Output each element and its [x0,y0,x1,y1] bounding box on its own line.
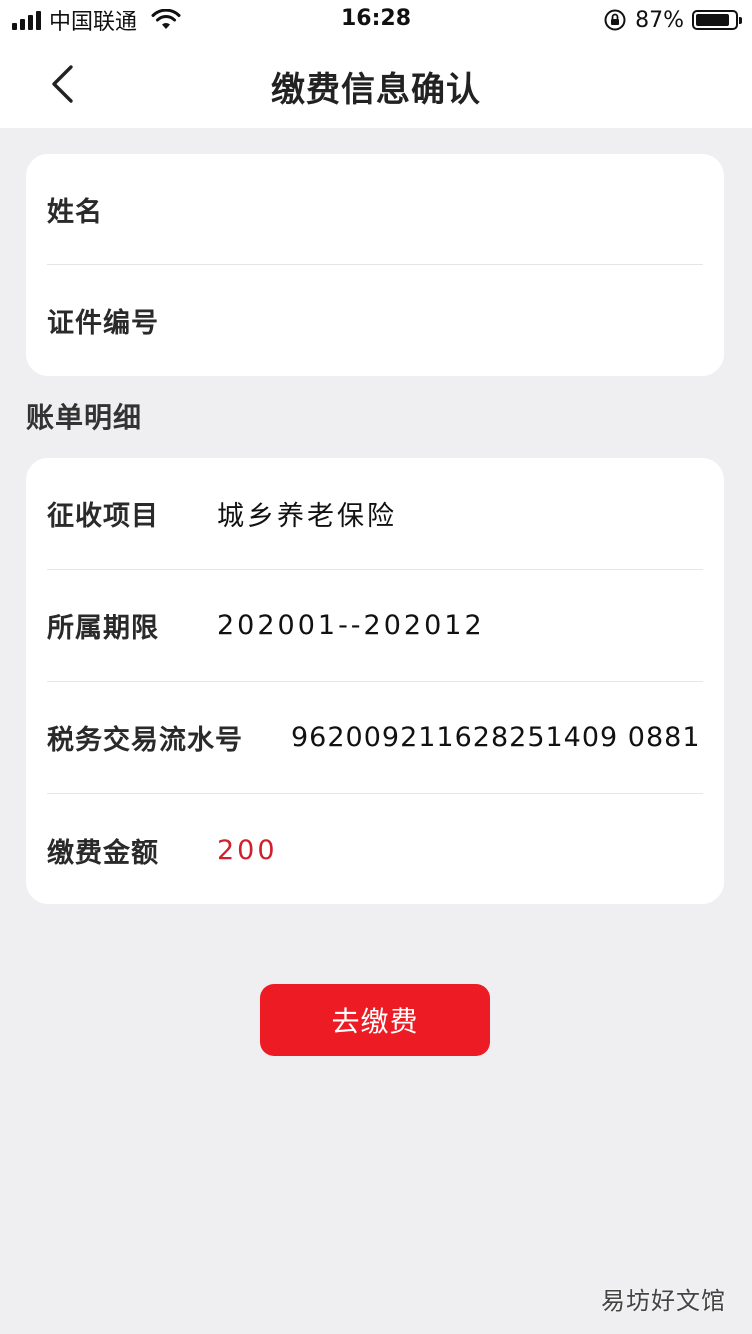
page-title: 缴费信息确认 [271,70,481,110]
battery-cap [739,17,742,24]
bill-details-card: 征收项目 城乡养老保险 所属期限 202001--202012 税务交易流水号 … [26,458,724,904]
collection-item-label: 征收项目 [47,501,159,532]
status-right: 87% [603,6,742,34]
status-bar: 中国联通 16:28 87% [0,0,752,40]
battery-fill [696,14,730,26]
transaction-number-label: 税务交易流水号 [47,725,243,756]
battery-percent: 87% [635,7,684,33]
nav-bar: 缴费信息确认 [0,40,752,128]
collection-item-row: 征收项目 城乡养老保险 [47,458,703,570]
id-number-label: 证件编号 [47,308,159,339]
bill-section-title: 账单明细 [26,401,143,434]
collection-item-value: 城乡养老保险 [217,501,397,532]
watermark: 易坊好文馆 [601,1287,726,1315]
id-number-row: 证件编号 [47,265,703,376]
transaction-number-value: 962009211628251409 0881 [291,722,701,753]
period-label: 所属期限 [47,613,159,644]
period-value: 202001--202012 [217,610,485,641]
name-row: 姓名 [47,154,703,265]
identity-card: 姓名 证件编号 [26,154,724,376]
amount-label: 缴费金额 [47,837,159,869]
rotation-lock-icon [604,9,626,31]
transaction-number-row: 税务交易流水号 962009211628251409 0881 [47,682,703,794]
amount-row: 缴费金额 200 [47,794,703,906]
battery-icon [692,10,742,30]
period-row: 所属期限 202001--202012 [47,570,703,682]
pay-button[interactable]: 去缴费 [260,984,490,1056]
amount-value: 200 [217,834,278,866]
name-label: 姓名 [47,196,103,228]
